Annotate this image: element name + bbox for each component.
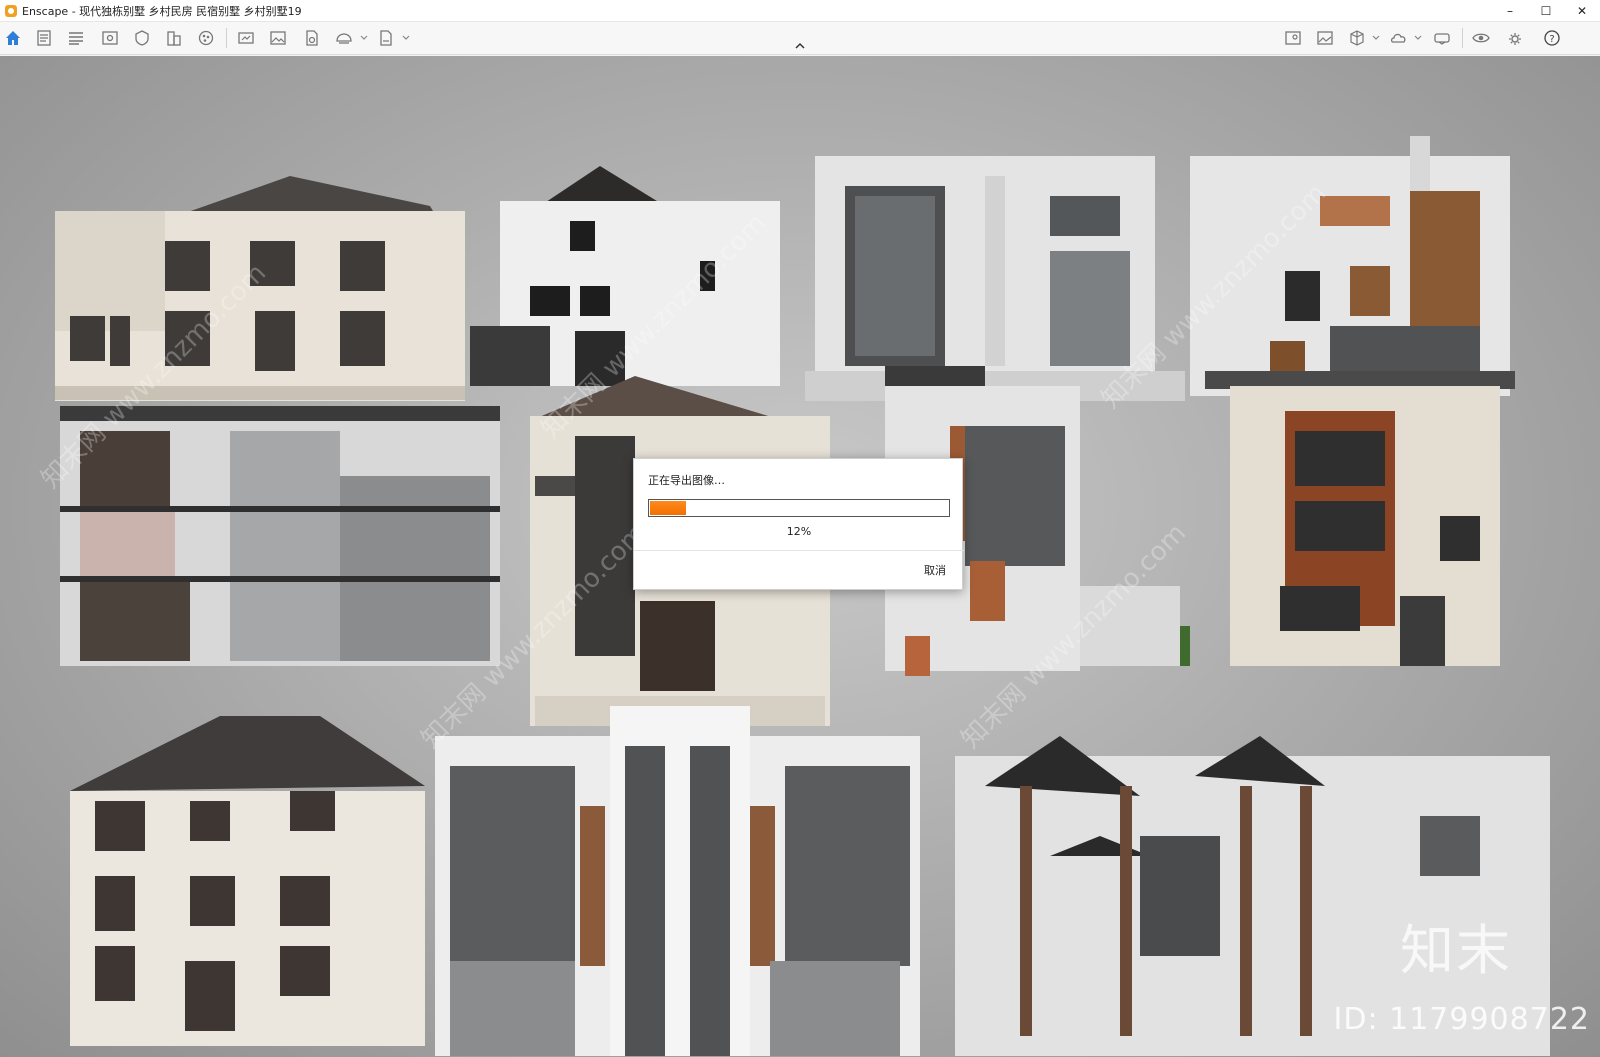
chevron-down-icon[interactable] [1372,34,1380,42]
eye-icon[interactable] [1471,28,1491,48]
export-icon[interactable] [376,28,396,48]
batch-icon[interactable] [334,28,354,48]
chevron-down-icon[interactable] [1414,34,1422,42]
maximize-button[interactable]: ☐ [1528,0,1564,22]
villa-model-10 [435,706,920,1056]
building-icon[interactable] [164,28,184,48]
collapse-toolbar-icon[interactable] [794,41,806,51]
export-progress-bar [648,499,950,517]
watermark-id: ID: 1179908722 [1333,1002,1590,1037]
enscape-logo-icon [5,4,17,17]
villa-model-9 [70,716,425,1046]
layers-icon[interactable] [66,28,86,48]
dialog-divider [634,550,964,551]
export-progress-dialog: 正在导出图像… 12% 取消 [633,458,964,590]
villa-model-5 [60,406,500,666]
toolbar-separator [1462,28,1463,48]
chevron-down-icon[interactable] [360,34,368,42]
home-icon[interactable] [3,28,23,48]
project-icon[interactable] [34,28,54,48]
window-title: Enscape - 现代独栋别墅 乡村民房 民宿别墅 乡村别墅19 [22,4,302,18]
gallery-icon[interactable] [1315,28,1335,48]
chevron-down-icon[interactable] [402,34,410,42]
dialog-title: 正在导出图像… [648,474,725,487]
settings-icon[interactable] [1504,28,1524,48]
cloud-icon[interactable] [1389,28,1409,48]
watermark-logo: 知末 [1400,919,1512,982]
villa-model-8 [1205,371,1515,666]
minimize-button[interactable]: – [1492,0,1528,22]
window-controls: – ☐ ✕ [1492,0,1600,22]
toolbar-separator [226,28,227,48]
cancel-button[interactable]: 取消 [924,562,946,578]
progress-bar-fill [650,501,686,515]
help-icon[interactable]: ? [1542,28,1562,48]
close-button[interactable]: ✕ [1564,0,1600,22]
asset-icon[interactable] [132,28,152,48]
progress-percent: 12% [786,525,812,538]
vr-icon[interactable] [1432,28,1452,48]
cube-icon[interactable] [1347,28,1367,48]
material-icon[interactable] [196,28,216,48]
svg-text:?: ? [1549,34,1554,45]
map-icon[interactable] [1283,28,1303,48]
screenshot-icon[interactable] [236,28,256,48]
title-bar: Enscape - 现代独栋别墅 乡村民房 民宿别墅 乡村别墅19 – ☐ ✕ [0,0,1600,22]
doc-icon[interactable] [302,28,322,48]
view-icon[interactable] [100,28,120,48]
image-icon[interactable] [268,28,288,48]
